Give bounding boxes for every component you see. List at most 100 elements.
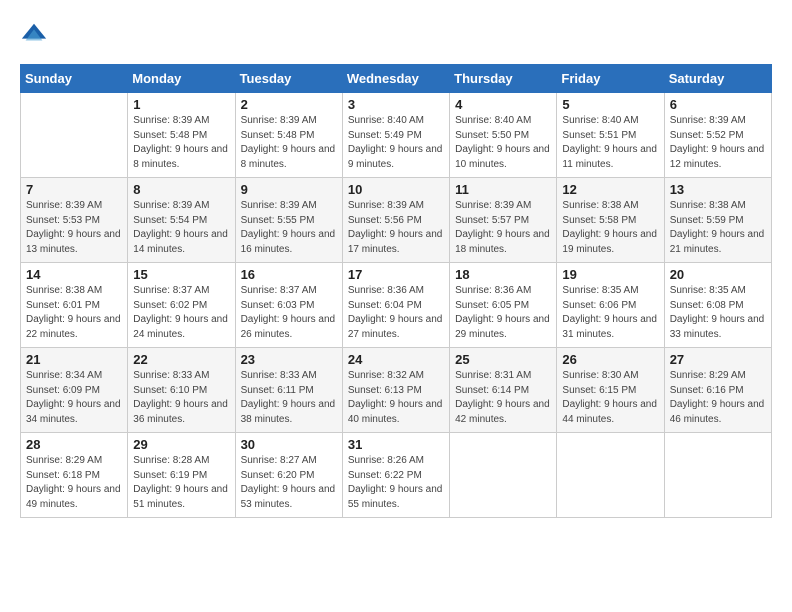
day-number: 7 <box>26 182 122 197</box>
day-info: Sunrise: 8:30 AMSunset: 6:15 PMDaylight:… <box>562 369 658 427</box>
day-number: 26 <box>562 352 658 367</box>
day-info: Sunrise: 8:39 AMSunset: 5:53 PMDaylight:… <box>26 199 122 257</box>
day-info: Sunrise: 8:39 AMSunset: 5:52 PMDaylight:… <box>670 114 766 172</box>
calendar-header-monday: Monday <box>128 65 235 93</box>
calendar-header-row: SundayMondayTuesdayWednesdayThursdayFrid… <box>21 65 772 93</box>
day-info: Sunrise: 8:32 AMSunset: 6:13 PMDaylight:… <box>348 369 444 427</box>
calendar-cell: 13Sunrise: 8:38 AMSunset: 5:59 PMDayligh… <box>664 178 771 263</box>
calendar-cell: 31 Sunrise: 8:26 AMSunset: 6:22 PMDayligh… <box>342 433 449 518</box>
day-info: Sunrise: 8:40 AMSunset: 5:49 PMDaylight:… <box>348 114 444 172</box>
day-info: Sunrise: 8:36 AMSunset: 6:04 PMDaylight:… <box>348 284 444 342</box>
day-number: 16 <box>241 267 337 282</box>
calendar-cell: 12Sunrise: 8:38 AMSunset: 5:58 PMDayligh… <box>557 178 664 263</box>
calendar-cell: 10Sunrise: 8:39 AMSunset: 5:56 PMDayligh… <box>342 178 449 263</box>
day-number: 18 <box>455 267 551 282</box>
calendar-week-row: 28Sunrise: 8:29 AMSunset: 6:18 PMDayligh… <box>21 433 772 518</box>
day-number: 11 <box>455 182 551 197</box>
calendar-cell <box>664 433 771 518</box>
calendar-cell: 4 Sunrise: 8:40 AMSunset: 5:50 PMDaylight… <box>450 93 557 178</box>
calendar-cell: 21 Sunrise: 8:34 AMSunset: 6:09 PMDayligh… <box>21 348 128 433</box>
calendar-week-row: 21 Sunrise: 8:34 AMSunset: 6:09 PMDayligh… <box>21 348 772 433</box>
calendar-cell: 3 Sunrise: 8:40 AMSunset: 5:49 PMDaylight… <box>342 93 449 178</box>
logo <box>20 20 52 48</box>
calendar-cell: 17Sunrise: 8:36 AMSunset: 6:04 PMDayligh… <box>342 263 449 348</box>
calendar-cell: 7 Sunrise: 8:39 AMSunset: 5:53 PMDaylight… <box>21 178 128 263</box>
day-info: Sunrise: 8:34 AMSunset: 6:09 PMDaylight:… <box>26 369 122 427</box>
day-number: 29 <box>133 437 229 452</box>
calendar-cell: 18Sunrise: 8:36 AMSunset: 6:05 PMDayligh… <box>450 263 557 348</box>
day-info: Sunrise: 8:28 AMSunset: 6:19 PMDaylight:… <box>133 454 229 512</box>
calendar-cell: 27 Sunrise: 8:29 AMSunset: 6:16 PMDayligh… <box>664 348 771 433</box>
calendar-header-thursday: Thursday <box>450 65 557 93</box>
calendar-cell: 19 Sunrise: 8:35 AMSunset: 6:06 PMDayligh… <box>557 263 664 348</box>
day-number: 5 <box>562 97 658 112</box>
day-info: Sunrise: 8:39 AMSunset: 5:54 PMDaylight:… <box>133 199 229 257</box>
day-info: Sunrise: 8:38 AMSunset: 5:58 PMDaylight:… <box>562 199 658 257</box>
day-number: 31 <box>348 437 444 452</box>
calendar-cell: 30 Sunrise: 8:27 AMSunset: 6:20 PMDayligh… <box>235 433 342 518</box>
day-number: 8 <box>133 182 229 197</box>
day-info: Sunrise: 8:40 AMSunset: 5:51 PMDaylight:… <box>562 114 658 172</box>
calendar-cell: 1 Sunrise: 8:39 AMSunset: 5:48 PMDaylight… <box>128 93 235 178</box>
calendar-table: SundayMondayTuesdayWednesdayThursdayFrid… <box>20 64 772 518</box>
calendar-header-saturday: Saturday <box>664 65 771 93</box>
calendar-week-row: 7 Sunrise: 8:39 AMSunset: 5:53 PMDaylight… <box>21 178 772 263</box>
day-info: Sunrise: 8:37 AMSunset: 6:03 PMDaylight:… <box>241 284 337 342</box>
day-number: 24 <box>348 352 444 367</box>
page-header <box>20 20 772 48</box>
calendar-cell: 26 Sunrise: 8:30 AMSunset: 6:15 PMDayligh… <box>557 348 664 433</box>
day-number: 14 <box>26 267 122 282</box>
calendar-cell: 5 Sunrise: 8:40 AMSunset: 5:51 PMDaylight… <box>557 93 664 178</box>
calendar-cell: 2Sunrise: 8:39 AMSunset: 5:48 PMDaylight… <box>235 93 342 178</box>
calendar-cell: 20Sunrise: 8:35 AMSunset: 6:08 PMDayligh… <box>664 263 771 348</box>
day-number: 3 <box>348 97 444 112</box>
day-info: Sunrise: 8:27 AMSunset: 6:20 PMDaylight:… <box>241 454 337 512</box>
day-info: Sunrise: 8:33 AMSunset: 6:10 PMDaylight:… <box>133 369 229 427</box>
day-info: Sunrise: 8:35 AMSunset: 6:06 PMDaylight:… <box>562 284 658 342</box>
day-info: Sunrise: 8:37 AMSunset: 6:02 PMDaylight:… <box>133 284 229 342</box>
calendar-week-row: 14Sunrise: 8:38 AMSunset: 6:01 PMDayligh… <box>21 263 772 348</box>
calendar-cell: 14Sunrise: 8:38 AMSunset: 6:01 PMDayligh… <box>21 263 128 348</box>
day-number: 25 <box>455 352 551 367</box>
calendar-cell <box>557 433 664 518</box>
calendar-cell: 8 Sunrise: 8:39 AMSunset: 5:54 PMDaylight… <box>128 178 235 263</box>
calendar-cell: 25 Sunrise: 8:31 AMSunset: 6:14 PMDayligh… <box>450 348 557 433</box>
calendar-cell: 24 Sunrise: 8:32 AMSunset: 6:13 PMDayligh… <box>342 348 449 433</box>
day-number: 27 <box>670 352 766 367</box>
day-number: 20 <box>670 267 766 282</box>
day-info: Sunrise: 8:39 AMSunset: 5:55 PMDaylight:… <box>241 199 337 257</box>
day-number: 9 <box>241 182 337 197</box>
day-info: Sunrise: 8:39 AMSunset: 5:56 PMDaylight:… <box>348 199 444 257</box>
day-number: 6 <box>670 97 766 112</box>
calendar-cell <box>21 93 128 178</box>
day-info: Sunrise: 8:39 AMSunset: 5:48 PMDaylight:… <box>133 114 229 172</box>
calendar-cell: 29 Sunrise: 8:28 AMSunset: 6:19 PMDayligh… <box>128 433 235 518</box>
day-number: 19 <box>562 267 658 282</box>
calendar-cell: 11 Sunrise: 8:39 AMSunset: 5:57 PMDayligh… <box>450 178 557 263</box>
calendar-cell: 6 Sunrise: 8:39 AMSunset: 5:52 PMDaylight… <box>664 93 771 178</box>
day-info: Sunrise: 8:33 AMSunset: 6:11 PMDaylight:… <box>241 369 337 427</box>
calendar-header-friday: Friday <box>557 65 664 93</box>
day-number: 30 <box>241 437 337 452</box>
day-info: Sunrise: 8:38 AMSunset: 5:59 PMDaylight:… <box>670 199 766 257</box>
day-number: 1 <box>133 97 229 112</box>
calendar-week-row: 1 Sunrise: 8:39 AMSunset: 5:48 PMDaylight… <box>21 93 772 178</box>
logo-icon <box>20 20 48 48</box>
day-info: Sunrise: 8:29 AMSunset: 6:18 PMDaylight:… <box>26 454 122 512</box>
calendar-cell: 15 Sunrise: 8:37 AMSunset: 6:02 PMDayligh… <box>128 263 235 348</box>
day-info: Sunrise: 8:29 AMSunset: 6:16 PMDaylight:… <box>670 369 766 427</box>
calendar-cell: 16 Sunrise: 8:37 AMSunset: 6:03 PMDayligh… <box>235 263 342 348</box>
day-number: 21 <box>26 352 122 367</box>
calendar-cell: 22 Sunrise: 8:33 AMSunset: 6:10 PMDayligh… <box>128 348 235 433</box>
day-number: 4 <box>455 97 551 112</box>
day-number: 22 <box>133 352 229 367</box>
day-info: Sunrise: 8:31 AMSunset: 6:14 PMDaylight:… <box>455 369 551 427</box>
day-info: Sunrise: 8:26 AMSunset: 6:22 PMDaylight:… <box>348 454 444 512</box>
day-info: Sunrise: 8:40 AMSunset: 5:50 PMDaylight:… <box>455 114 551 172</box>
calendar-cell: 28Sunrise: 8:29 AMSunset: 6:18 PMDayligh… <box>21 433 128 518</box>
day-number: 15 <box>133 267 229 282</box>
calendar-header-tuesday: Tuesday <box>235 65 342 93</box>
day-info: Sunrise: 8:39 AMSunset: 5:57 PMDaylight:… <box>455 199 551 257</box>
day-number: 23 <box>241 352 337 367</box>
calendar-cell: 23 Sunrise: 8:33 AMSunset: 6:11 PMDayligh… <box>235 348 342 433</box>
